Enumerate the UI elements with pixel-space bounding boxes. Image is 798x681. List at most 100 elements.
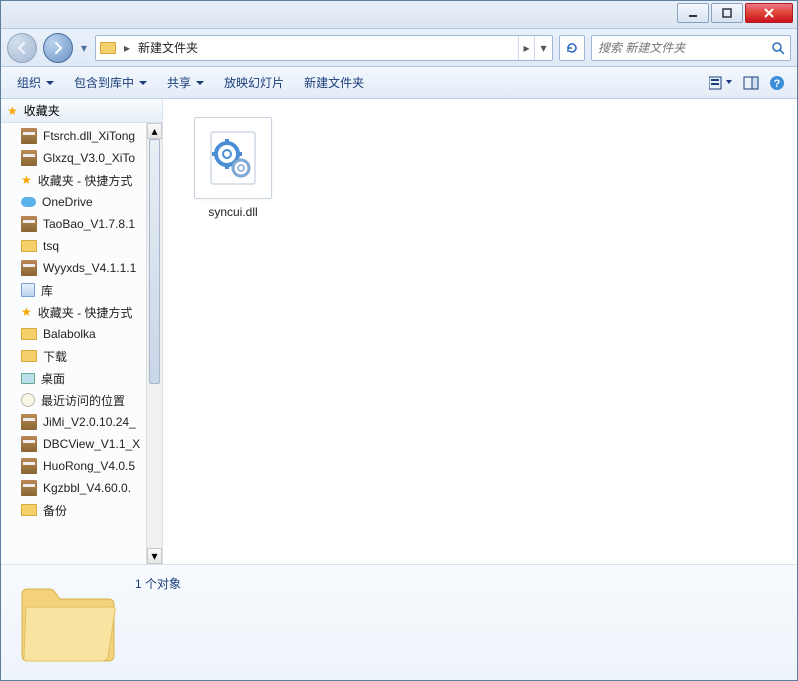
rar-icon: [21, 150, 37, 166]
sidebar-list: Ftsrch.dll_XiTong Glxzq_V3.0_XiTo ★ 收藏夹 - 快…: [1, 123, 162, 531]
sidebar-item-label: 收藏夹 - 快捷方式: [38, 304, 133, 321]
rar-icon: [21, 260, 37, 276]
scroll-track[interactable]: [147, 139, 162, 548]
content-pane[interactable]: syncui.dll: [163, 99, 797, 564]
sidebar-item[interactable]: Balabolka: [1, 323, 162, 345]
title-bar: [1, 1, 797, 29]
maximize-button[interactable]: [711, 3, 743, 23]
body: ★ 收藏夹 Ftsrch.dll_XiTong Glxzq_V3.0_XiTo ★ 收…: [1, 99, 797, 564]
sidebar-item[interactable]: HuoRong_V4.0.5: [1, 455, 162, 477]
sidebar-item[interactable]: Glxzq_V3.0_XiTo: [1, 147, 162, 169]
folder-icon: [21, 328, 37, 340]
address-path[interactable]: 新建文件夹: [134, 39, 518, 56]
rar-icon: [21, 414, 37, 430]
sidebar-item-label: 下载: [43, 348, 67, 365]
slideshow-button[interactable]: 放映幻灯片: [216, 71, 292, 94]
sidebar-favorites-header[interactable]: ★ 收藏夹: [1, 99, 162, 123]
rar-icon: [21, 458, 37, 474]
sidebar-item[interactable]: 桌面: [1, 367, 162, 389]
sidebar-item-label: HuoRong_V4.0.5: [43, 459, 135, 473]
star-icon: ★: [21, 305, 32, 319]
sidebar-item-label: JiMi_V2.0.10.24_: [43, 415, 136, 429]
address-dropdown[interactable]: ▾: [534, 36, 552, 60]
dll-icon: [194, 117, 272, 199]
search-input[interactable]: [592, 41, 766, 55]
sidebar-item[interactable]: TaoBao_V1.7.8.1: [1, 213, 162, 235]
recent-icon: [21, 393, 35, 407]
sidebar-item[interactable]: 最近访问的位置: [1, 389, 162, 411]
forward-button[interactable]: [43, 33, 73, 63]
folder-icon: [96, 42, 120, 54]
details-summary: 1 个对象: [135, 573, 181, 592]
onedrive-icon: [21, 197, 36, 207]
sidebar: ★ 收藏夹 Ftsrch.dll_XiTong Glxzq_V3.0_XiTo ★ 收…: [1, 99, 163, 564]
share-menu[interactable]: 共享: [159, 71, 212, 94]
sidebar-header-label: 收藏夹: [24, 102, 60, 119]
folder-icon: [21, 240, 37, 252]
sidebar-item-label: Glxzq_V3.0_XiTo: [43, 151, 135, 165]
search-icon[interactable]: [766, 41, 790, 55]
star-icon: ★: [7, 104, 18, 118]
address-bar[interactable]: ▸ 新建文件夹 ▸ ▾: [95, 35, 553, 61]
sidebar-item[interactable]: JiMi_V2.0.10.24_: [1, 411, 162, 433]
minimize-button[interactable]: [677, 3, 709, 23]
preview-pane-icon[interactable]: [743, 75, 759, 91]
sidebar-item-label: DBCView_V1.1_X: [43, 437, 140, 451]
sidebar-item-label: OneDrive: [42, 195, 93, 209]
sidebar-item-label: Balabolka: [43, 327, 96, 341]
sidebar-item[interactable]: ★ 收藏夹 - 快捷方式: [1, 301, 162, 323]
sidebar-item-label: 最近访问的位置: [41, 392, 125, 409]
breadcrumb-next[interactable]: ▸: [518, 36, 534, 60]
back-button[interactable]: [7, 33, 37, 63]
sidebar-item[interactable]: 下载: [1, 345, 162, 367]
view-options-icon[interactable]: [709, 75, 733, 91]
file-item[interactable]: syncui.dll: [187, 117, 279, 219]
toolbar-right: ?: [709, 75, 789, 91]
sidebar-item[interactable]: DBCView_V1.1_X: [1, 433, 162, 455]
desk-icon: [21, 373, 35, 384]
new-folder-button[interactable]: 新建文件夹: [296, 71, 372, 94]
sidebar-item[interactable]: tsq: [1, 235, 162, 257]
sidebar-item-label: Kgzbbl_V4.60.0.: [43, 481, 131, 495]
scroll-down-button[interactable]: ▾: [147, 548, 162, 564]
sidebar-item-label: Wyyxds_V4.1.1.1: [43, 261, 136, 275]
sidebar-item[interactable]: 备份: [1, 499, 162, 521]
organize-menu[interactable]: 组织: [9, 71, 62, 94]
search-box[interactable]: [591, 35, 791, 61]
sidebar-item[interactable]: ★ 收藏夹 - 快捷方式: [1, 169, 162, 191]
sidebar-scrollbar[interactable]: ▴ ▾: [146, 123, 162, 564]
sidebar-item-label: 备份: [43, 502, 67, 519]
sidebar-item[interactable]: 库: [1, 279, 162, 301]
rar-icon: [21, 216, 37, 232]
rar-icon: [21, 480, 37, 496]
sidebar-item[interactable]: Wyyxds_V4.1.1.1: [1, 257, 162, 279]
scroll-thumb[interactable]: [149, 139, 160, 384]
refresh-button[interactable]: [559, 35, 585, 61]
rar-icon: [21, 436, 37, 452]
sidebar-item-label: 收藏夹 - 快捷方式: [38, 172, 133, 189]
explorer-window: ▾ ▸ 新建文件夹 ▸ ▾ 组织 包含到库中 共享 放映幻灯片 新建文件夹: [0, 0, 798, 681]
folder-icon: [21, 350, 37, 362]
sidebar-item[interactable]: OneDrive: [1, 191, 162, 213]
nav-history-dropdown[interactable]: ▾: [79, 41, 89, 55]
lib-icon: [21, 283, 35, 297]
include-in-library-menu[interactable]: 包含到库中: [66, 71, 155, 94]
toolbar: 组织 包含到库中 共享 放映幻灯片 新建文件夹 ?: [1, 67, 797, 99]
rar-icon: [21, 128, 37, 144]
scroll-up-button[interactable]: ▴: [147, 123, 162, 139]
sidebar-item-label: Ftsrch.dll_XiTong: [43, 129, 135, 143]
star-icon: ★: [21, 173, 32, 187]
sidebar-item[interactable]: Ftsrch.dll_XiTong: [1, 125, 162, 147]
details-pane: 1 个对象: [1, 564, 797, 680]
svg-text:?: ?: [774, 78, 781, 90]
help-icon[interactable]: ?: [769, 75, 785, 91]
file-label: syncui.dll: [187, 205, 279, 219]
breadcrumb-chevron[interactable]: ▸: [120, 41, 134, 55]
folder-icon: [21, 504, 37, 516]
sidebar-item-label: tsq: [43, 239, 59, 253]
sidebar-item-label: 库: [41, 282, 53, 299]
close-button[interactable]: [745, 3, 793, 23]
sidebar-item[interactable]: Kgzbbl_V4.60.0.: [1, 477, 162, 499]
sidebar-item-label: 桌面: [41, 370, 65, 387]
window-controls: [675, 1, 797, 28]
